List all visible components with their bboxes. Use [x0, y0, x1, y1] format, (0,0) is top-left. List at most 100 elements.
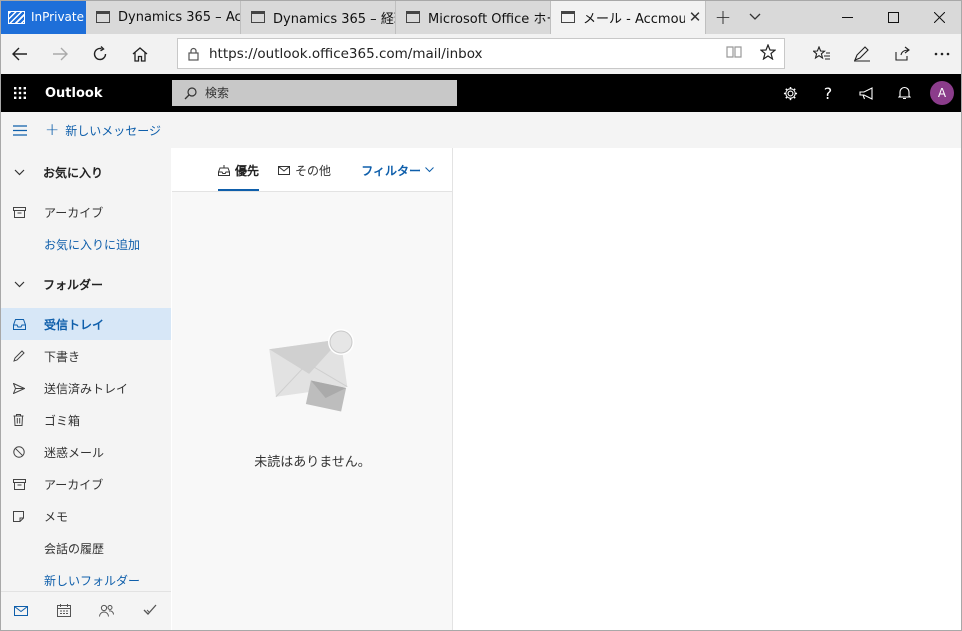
favorite-star-icon[interactable] — [759, 43, 777, 63]
tab-title: Dynamics 365 – 経环 — [273, 11, 395, 27]
command-bar: + 新しいメッセージ — [0, 112, 962, 148]
folder-item-notes[interactable]: メモ — [0, 500, 171, 532]
inbox-icon — [13, 318, 44, 330]
search-box[interactable] — [172, 80, 457, 106]
folder-item-conversation-history[interactable]: 会話の履歴 — [0, 532, 171, 564]
new-message-button[interactable]: + 新しいメッセージ — [45, 119, 162, 140]
tab-other[interactable]: その他 — [278, 148, 331, 192]
inprivate-badge[interactable]: InPrivate — [0, 0, 86, 34]
outlook-header: Outlook ? A — [0, 74, 962, 112]
browser-nav-bar: https://outlook.office365.com/mail/inbox — [0, 34, 962, 74]
filter-label: フィルター — [361, 163, 421, 178]
reading-pane — [454, 148, 962, 631]
minimize-icon[interactable] — [824, 0, 870, 34]
people-icon[interactable] — [99, 604, 115, 620]
filter-dropdown[interactable]: フィルター — [361, 148, 434, 192]
chevron-down-icon — [14, 169, 25, 175]
back-arrow-icon[interactable] — [0, 34, 40, 74]
folder-item-label: 送信済みトレイ — [44, 381, 129, 396]
search-icon — [184, 86, 197, 99]
announcement-megaphone-icon[interactable] — [847, 74, 885, 112]
home-icon[interactable] — [120, 34, 160, 74]
browser-tab-2[interactable]: Dynamics 365 – 経环 — [241, 0, 396, 34]
browser-tab-strip: InPrivate Dynamics 365 – Acc Dynamics 36… — [0, 0, 962, 34]
share-icon[interactable] — [882, 34, 922, 74]
settings-gear-icon[interactable] — [771, 74, 809, 112]
add-favorite-link[interactable]: お気に入りに追加 — [0, 228, 171, 260]
tab-focused[interactable]: 優先 — [218, 148, 260, 192]
tab-title: メール - Accmour — [583, 11, 693, 27]
refresh-icon[interactable] — [80, 34, 120, 74]
archive-icon — [13, 478, 44, 490]
url-text: https://outlook.office365.com/mail/inbox — [209, 45, 483, 62]
calendar-icon[interactable] — [56, 603, 71, 620]
chevron-down-icon — [14, 281, 25, 287]
folder-item-label: ゴミ箱 — [44, 413, 81, 428]
send-icon — [13, 382, 44, 394]
tab-close-icon[interactable]: ✕ — [685, 0, 705, 34]
folder-item-archive[interactable]: アーカイブ — [0, 468, 171, 500]
folder-item-deleted[interactable]: ゴミ箱 — [0, 404, 171, 436]
favorite-item-label: アーカイブ — [44, 205, 104, 220]
help-glyph: ? — [823, 83, 833, 103]
more-options-icon[interactable] — [922, 34, 962, 74]
tasks-check-icon[interactable] — [143, 604, 157, 619]
window-controls — [824, 0, 962, 34]
favorite-item-archive[interactable]: アーカイブ — [0, 196, 171, 228]
close-window-icon[interactable] — [916, 0, 962, 34]
folder-item-sent[interactable]: 送信済みトレイ — [0, 372, 171, 404]
new-tab-button[interactable]: + — [706, 0, 740, 34]
page-icon — [251, 11, 265, 23]
app-name[interactable]: Outlook — [45, 86, 102, 101]
folder-item-label: 受信トレイ — [44, 317, 105, 332]
reading-view-icon[interactable] — [726, 45, 742, 62]
tab-title: Dynamics 365 – Acc — [118, 9, 240, 25]
note-icon — [13, 510, 44, 522]
tab-focused-label: 優先 — [235, 163, 260, 178]
empty-inbox-illustration — [269, 329, 354, 412]
page-icon — [96, 11, 110, 23]
inprivate-icon — [8, 10, 25, 24]
module-switcher — [0, 591, 171, 631]
focused-inbox-icon — [218, 164, 230, 176]
page-icon — [406, 11, 420, 23]
folders-section-header[interactable]: フォルダー — [0, 260, 171, 308]
pencil-icon — [13, 350, 44, 362]
other-mail-icon — [278, 166, 290, 175]
folder-item-label: 迷惑メール — [44, 445, 105, 460]
plus-icon: + — [45, 119, 60, 140]
folder-item-inbox[interactable]: 受信トレイ — [0, 308, 171, 340]
folder-item-label: メモ — [44, 509, 69, 524]
mail-icon[interactable] — [14, 605, 29, 619]
forward-arrow-icon[interactable] — [40, 34, 80, 74]
pen-notes-icon[interactable] — [842, 34, 882, 74]
favorites-section-header[interactable]: お気に入り — [0, 148, 171, 196]
maximize-icon[interactable] — [870, 0, 916, 34]
tab-list-chevron-icon[interactable] — [740, 0, 770, 34]
browser-tab-4-active[interactable]: メール - Accmour ✕ — [551, 0, 706, 34]
folders-heading: フォルダー — [43, 277, 104, 292]
folder-item-drafts[interactable]: 下書き — [0, 340, 171, 372]
inbox-pivots: 優先 その他 フィルター — [172, 148, 452, 192]
hamburger-menu-icon[interactable] — [0, 112, 40, 148]
app-launcher-waffle-icon[interactable] — [0, 74, 40, 112]
address-bar[interactable]: https://outlook.office365.com/mail/inbox — [177, 38, 785, 69]
browser-tab-1[interactable]: Dynamics 365 – Acc — [86, 0, 241, 34]
help-icon[interactable]: ? — [809, 74, 847, 112]
notifications-bell-icon[interactable] — [885, 74, 923, 112]
favorites-hub-icon[interactable] — [802, 34, 842, 74]
search-input[interactable] — [205, 86, 435, 100]
browser-tab-3[interactable]: Microsoft Office ホー — [396, 0, 551, 34]
lock-icon — [188, 47, 199, 61]
folder-pane: お気に入り アーカイブ お気に入りに追加 フォルダー 受信トレイ 下書き 送信済… — [0, 148, 171, 631]
chevron-down-icon — [425, 167, 434, 173]
message-list-pane: 優先 その他 フィルター 未読はありません。 — [172, 148, 453, 631]
inprivate-label: InPrivate — [31, 10, 84, 24]
folder-item-junk[interactable]: 迷惑メール — [0, 436, 171, 468]
archive-icon — [13, 206, 44, 218]
new-message-label: 新しいメッセージ — [65, 123, 162, 138]
avatar[interactable]: A — [930, 81, 954, 105]
folder-item-label: アーカイブ — [44, 477, 104, 492]
page-icon — [561, 11, 575, 23]
trash-icon — [13, 414, 44, 426]
